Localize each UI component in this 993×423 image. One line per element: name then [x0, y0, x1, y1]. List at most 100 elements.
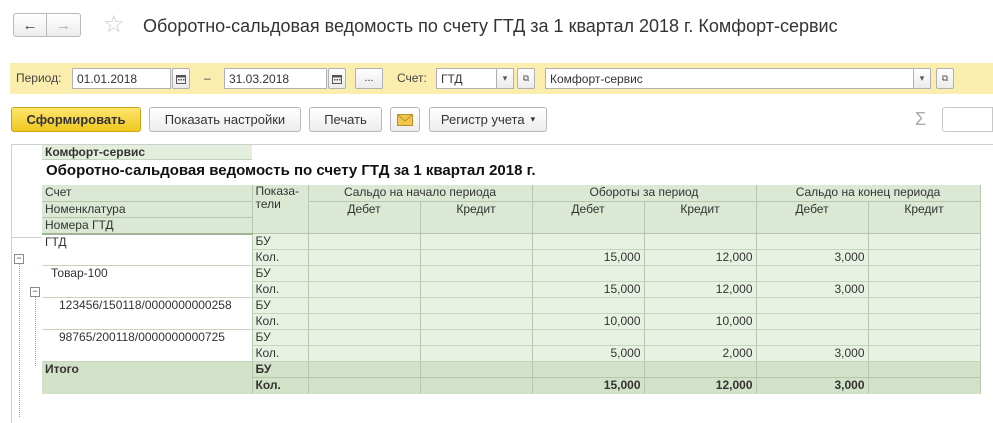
select-period-button[interactable]: ...	[355, 68, 383, 89]
data-cell: 3,000	[756, 281, 869, 298]
report-left-border	[11, 144, 12, 423]
collapse-group-icon[interactable]: −	[30, 287, 40, 297]
header-debit: Дебет	[308, 201, 421, 234]
data-cell	[420, 329, 533, 346]
account-input[interactable]: ГТД	[436, 68, 497, 89]
generate-button[interactable]: Сформировать	[11, 107, 141, 132]
calendar-icon	[176, 74, 186, 84]
total-label: Итого	[42, 361, 253, 394]
data-cell	[644, 297, 757, 314]
sum-field[interactable]	[942, 107, 993, 132]
data-cell: 2,000	[644, 345, 757, 362]
header-start-balance: Сальдо на начало периода	[308, 185, 533, 202]
calendar-to-button[interactable]	[328, 68, 346, 89]
data-cell	[868, 329, 981, 346]
data-cell	[532, 297, 645, 314]
row-indicator: Кол.	[252, 345, 309, 362]
data-cell: 12,000	[644, 281, 757, 298]
data-cell: 5,000	[532, 345, 645, 362]
calendar-icon	[332, 74, 342, 84]
period-dash: –	[204, 71, 211, 85]
page-title: Оборотно-сальдовая ведомость по счету ГТ…	[143, 16, 838, 36]
report-table: Счет Показа-тели Сальдо на начало период…	[42, 185, 981, 394]
header-indicators: Показа-тели	[252, 185, 309, 234]
header-row: Счет Показа-тели Сальдо на начало период…	[42, 185, 981, 234]
data-cell	[868, 233, 981, 250]
collapse-group-icon[interactable]: −	[14, 254, 24, 264]
data-cell	[308, 249, 421, 266]
calendar-from-button[interactable]	[172, 68, 190, 89]
data-cell	[644, 329, 757, 346]
print-button[interactable]: Печать	[309, 107, 382, 132]
row-indicator: БУ	[252, 297, 309, 314]
forward-button[interactable]: →	[47, 13, 81, 37]
account-dropdown-button[interactable]: ▾	[496, 68, 514, 89]
table-row: 98765/200118/0000000000725 БУ	[42, 329, 981, 362]
data-cell	[420, 265, 533, 282]
organization-open-button[interactable]: ⧉	[936, 68, 954, 89]
table-row: ГТД БУ	[42, 233, 981, 266]
data-cell	[308, 233, 421, 250]
row-label: 123456/150118/0000000000258	[42, 297, 253, 330]
data-cell	[756, 233, 869, 250]
data-cell: 15,000	[532, 281, 645, 298]
back-button[interactable]: ←	[13, 13, 47, 37]
header-credit: Кредит	[644, 201, 757, 234]
data-cell: 10,000	[644, 313, 757, 330]
header-credit: Кредит	[868, 201, 981, 234]
data-cell	[420, 281, 533, 298]
report-body: ГТД БУ Кол. 15,000 12,000 3,000 Товар-100 БУ Кол…	[42, 233, 981, 362]
table-row: 123456/150118/0000000000258 БУ	[42, 297, 981, 330]
accounting-register-label: Регистр учета	[440, 112, 525, 127]
send-email-button[interactable]	[390, 107, 420, 132]
data-cell	[308, 281, 421, 298]
total-cell	[308, 377, 421, 394]
data-cell	[644, 265, 757, 282]
total-indicator-bu: БУ	[252, 361, 309, 378]
data-cell	[308, 265, 421, 282]
data-cell: 12,000	[644, 249, 757, 266]
data-cell	[868, 281, 981, 298]
data-cell	[420, 297, 533, 314]
table-row: Товар-100 БУ	[42, 265, 981, 298]
header-debit: Дебет	[532, 201, 645, 234]
data-cell	[868, 249, 981, 266]
tree-line	[35, 297, 36, 366]
period-to-input[interactable]: 31.03.2018	[224, 68, 327, 89]
open-icon: ⧉	[941, 73, 949, 83]
data-cell	[868, 265, 981, 282]
data-cell: 3,000	[756, 345, 869, 362]
total-cell	[868, 377, 981, 394]
open-icon: ⧉	[522, 73, 530, 83]
show-settings-button[interactable]: Показать настройки	[149, 107, 301, 132]
data-cell	[868, 297, 981, 314]
data-cell	[644, 233, 757, 250]
tree-line	[19, 264, 20, 417]
accounting-register-button[interactable]: Регистр учета ▾	[429, 107, 547, 132]
header-credit: Кредит	[420, 201, 533, 234]
account-label: Счет:	[397, 71, 427, 85]
envelope-icon	[397, 113, 413, 126]
header-nomenclature: Номенклатура	[42, 201, 253, 218]
header-end-balance: Сальдо на конец периода	[756, 185, 981, 202]
row-indicator: Кол.	[252, 281, 309, 298]
favorite-star-icon[interactable]: ☆	[103, 10, 125, 39]
data-cell	[420, 345, 533, 362]
total-cell: 15,000	[532, 377, 645, 394]
row-label: Товар-100	[42, 265, 253, 298]
header-debit: Дебет	[756, 201, 869, 234]
data-cell	[308, 313, 421, 330]
sum-icon: Σ	[915, 109, 927, 129]
group-row-divider	[11, 237, 43, 238]
total-cell	[420, 377, 533, 394]
header-turnover: Обороты за период	[532, 185, 757, 202]
organization-input[interactable]: Комфорт-сервис	[545, 68, 914, 89]
data-cell	[868, 313, 981, 330]
account-open-button[interactable]: ⧉	[517, 68, 535, 89]
organization-dropdown-button[interactable]: ▾	[913, 68, 931, 89]
total-cell: 12,000	[644, 377, 757, 394]
data-cell	[308, 345, 421, 362]
period-from-input[interactable]: 01.01.2018	[72, 68, 171, 89]
period-label: Период:	[16, 71, 62, 85]
data-cell	[756, 313, 869, 330]
